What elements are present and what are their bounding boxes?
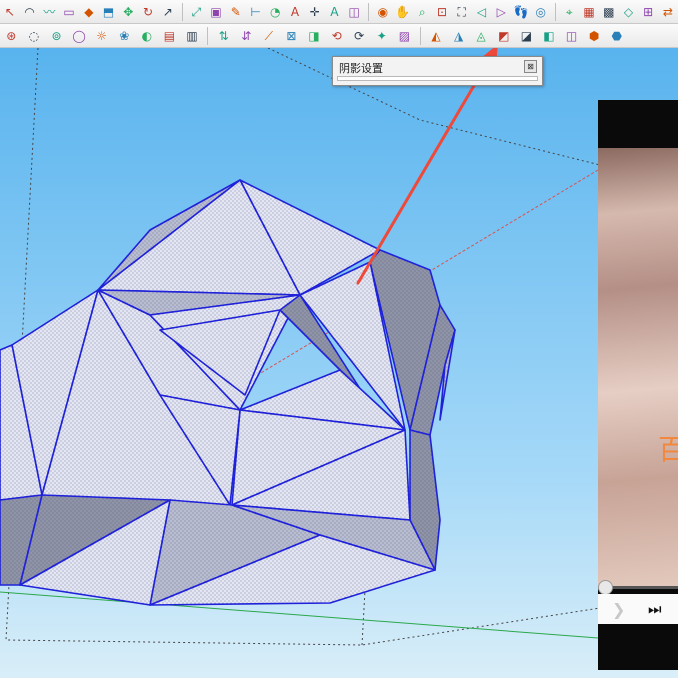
component-icon[interactable]: ▤ xyxy=(159,26,179,46)
paint-bucket-icon[interactable]: ◆ xyxy=(80,2,97,22)
sandbox-icon[interactable]: ▦ xyxy=(580,2,597,22)
stamp-icon[interactable]: ▩ xyxy=(600,2,617,22)
axes-icon[interactable]: ✛ xyxy=(306,2,323,22)
protractor-icon[interactable]: ◔ xyxy=(267,2,284,22)
dimension-icon[interactable]: ⊢ xyxy=(247,2,264,22)
zoom-icon[interactable]: ⌕ xyxy=(414,2,431,22)
layer-icon[interactable]: ⇅ xyxy=(214,26,234,46)
tape-measure-icon[interactable]: ✎ xyxy=(227,2,244,22)
shadow-settings-dialog[interactable]: 阴影设置 ⊠ xyxy=(332,56,543,86)
scale-icon[interactable]: ⤢ xyxy=(188,2,205,22)
rotate-icon[interactable]: ↻ xyxy=(139,2,156,22)
xray-icon[interactable]: ⊛ xyxy=(1,26,21,46)
add-detail-icon[interactable]: ⊞ xyxy=(640,2,657,22)
next-icon[interactable]: ⏭ xyxy=(648,600,662,618)
next-view-icon[interactable]: ▷ xyxy=(493,2,510,22)
explode-icon[interactable]: ✦ xyxy=(372,26,392,46)
modeling-viewport[interactable] xyxy=(0,48,678,678)
shadow-settings-icon[interactable]: ◭ xyxy=(426,26,446,46)
flip-edge-icon[interactable]: ⇄ xyxy=(659,2,676,22)
shaded-icon[interactable]: ☼ xyxy=(92,26,112,46)
dialog-collapsed-bar xyxy=(337,76,538,81)
video-player[interactable]: 百 ❯ ⏭ xyxy=(598,100,678,670)
shadow-north-icon[interactable]: ◪ xyxy=(516,26,536,46)
materials-icon[interactable]: ⬢ xyxy=(584,26,604,46)
move-icon[interactable]: ✥ xyxy=(120,2,137,22)
shadow-toggle-icon[interactable]: ◮ xyxy=(449,26,469,46)
toolbar-separator xyxy=(419,26,421,45)
group-icon[interactable]: ▥ xyxy=(182,26,202,46)
play-icon[interactable]: ❯ xyxy=(612,600,625,619)
toolbar-separator xyxy=(554,2,556,21)
zoom-extents-icon[interactable]: ⛶ xyxy=(453,2,470,22)
eraser-icon[interactable]: ▭ xyxy=(61,2,78,22)
dialog-close-button[interactable]: ⊠ xyxy=(524,60,537,73)
soften-edges-icon[interactable]: ⇵ xyxy=(236,26,256,46)
terrain-mesh xyxy=(0,179,456,606)
make-group-icon[interactable]: ▨ xyxy=(394,26,414,46)
video-frame: 百 xyxy=(598,148,678,588)
dialog-title: 阴影设置 xyxy=(339,62,383,75)
pan-icon[interactable]: ✋ xyxy=(394,2,411,22)
follow-me-icon[interactable]: ↗ xyxy=(159,2,176,22)
text-icon[interactable]: A xyxy=(286,2,303,22)
shadow-time-icon[interactable]: ◩ xyxy=(494,26,514,46)
shadow-date-icon[interactable]: ◬ xyxy=(471,26,491,46)
shaded-texture-icon[interactable]: ❀ xyxy=(114,26,134,46)
shadow-sun-icon[interactable]: ◧ xyxy=(539,26,559,46)
back-edges-icon[interactable]: ◌ xyxy=(24,26,44,46)
walk-icon[interactable]: 👣 xyxy=(512,2,529,22)
previous-view-icon[interactable]: ◁ xyxy=(473,2,490,22)
toolbar-separator xyxy=(181,2,183,21)
orient-faces-icon[interactable]: ⟳ xyxy=(349,26,369,46)
video-overlay-text: 百 xyxy=(658,433,678,466)
toolbar-row-2: ⊛ ◌ ⊚ ◯ ☼ ❀ ◐ ▤ ▥ ⇅ ⇵ ⟋ ⊠ ◨ ⟲ ⟳ ✦ ▨ ◭ ◮ ◬ ◩ ◪ ◧ ◫ ⬢ ⬣ xyxy=(0,24,678,48)
section-plane-icon[interactable]: ◫ xyxy=(346,2,363,22)
3d-text-icon[interactable]: Ａ xyxy=(326,2,343,22)
flip-along-icon[interactable]: ◨ xyxy=(304,26,324,46)
reverse-faces-icon[interactable]: ⟲ xyxy=(327,26,347,46)
arc-tool-icon[interactable]: ◠ xyxy=(21,2,38,22)
freehand-icon[interactable]: 〰 xyxy=(41,2,58,22)
zoom-window-icon[interactable]: ⊡ xyxy=(433,2,450,22)
position-camera-icon[interactable]: ⌖ xyxy=(561,2,578,22)
monochrome-icon[interactable]: ◐ xyxy=(137,26,157,46)
toolbar-separator xyxy=(207,26,209,45)
video-progress-knob[interactable] xyxy=(598,580,613,595)
model-scene xyxy=(0,48,601,646)
toolbar-separator xyxy=(368,2,369,21)
components-browser-icon[interactable]: ⬣ xyxy=(607,26,627,46)
orbit-icon[interactable]: ◉ xyxy=(374,2,391,22)
toolbar-row-1: ↖ ◠ 〰 ▭ ◆ ⬒ ✥ ↻ ↗ ⤢ ▣ ✎ ⊢ ◔ A ✛ Ａ ◫ ◉ ✋ ⌕ ⊡ ⛶ ◁ ▷ 👣 ◎ ⌖ ▦ ▩ ◇ ⊞ ⇄ xyxy=(0,0,678,24)
hidden-line-icon[interactable]: ◯ xyxy=(69,26,89,46)
push-pull-icon[interactable]: ⬒ xyxy=(100,2,117,22)
offset-icon[interactable]: ▣ xyxy=(208,2,225,22)
wireframe-icon[interactable]: ⊚ xyxy=(46,26,66,46)
video-controls: ❯ ⏭ xyxy=(598,594,678,624)
outliner-icon[interactable]: ⟋ xyxy=(259,26,279,46)
shadow-light-icon[interactable]: ◫ xyxy=(562,26,582,46)
select-icon[interactable]: ↖ xyxy=(1,2,18,22)
intersect-icon[interactable]: ⊠ xyxy=(281,26,301,46)
look-around-icon[interactable]: ◎ xyxy=(532,2,549,22)
drape-icon[interactable]: ◇ xyxy=(620,2,637,22)
